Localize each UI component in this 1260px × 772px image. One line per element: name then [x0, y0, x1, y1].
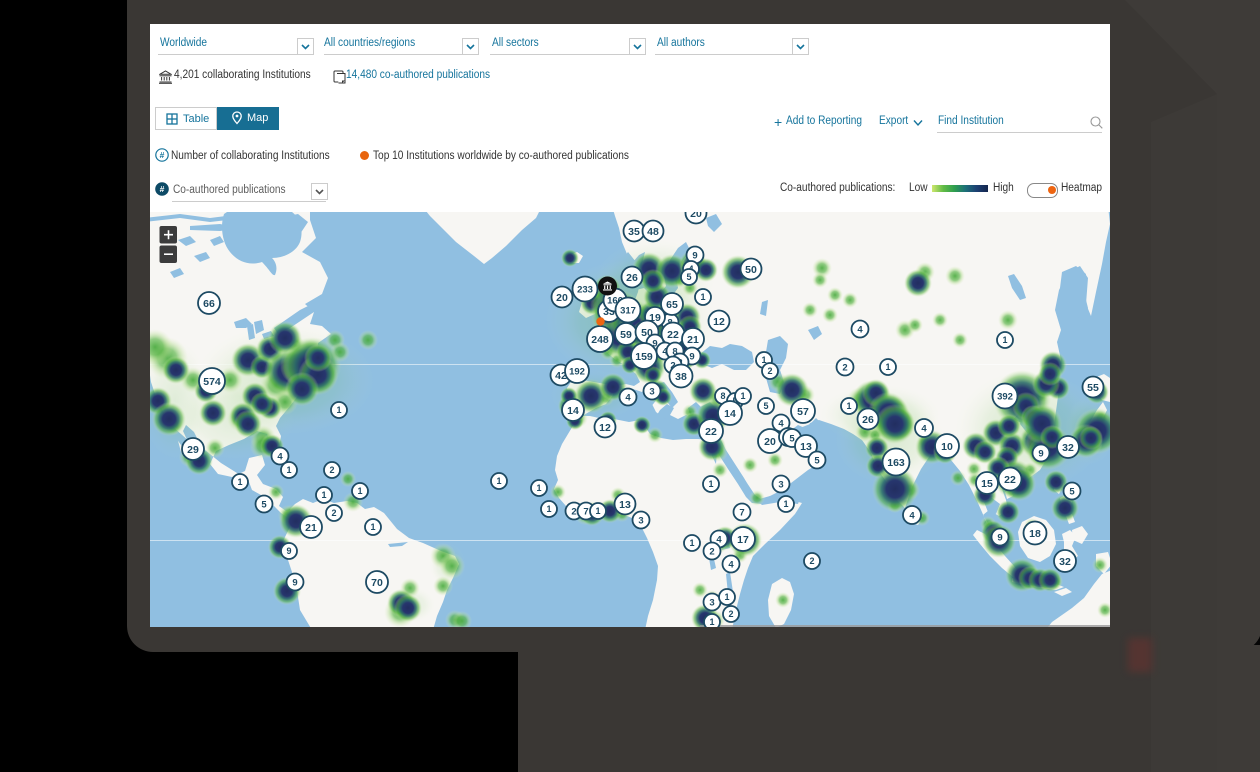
svg-text:32: 32 — [1059, 556, 1071, 568]
svg-text:22: 22 — [667, 329, 679, 341]
svg-text:1: 1 — [724, 592, 729, 602]
svg-text:38: 38 — [675, 371, 687, 383]
svg-text:15: 15 — [981, 478, 993, 490]
svg-text:57: 57 — [797, 406, 809, 418]
svg-text:1: 1 — [783, 499, 788, 509]
svg-text:1: 1 — [846, 401, 851, 411]
svg-text:5: 5 — [763, 401, 768, 411]
svg-text:2: 2 — [571, 506, 576, 517]
svg-text:5: 5 — [686, 272, 691, 282]
svg-text:1: 1 — [321, 490, 326, 500]
svg-text:5: 5 — [261, 499, 267, 510]
svg-text:12: 12 — [599, 422, 611, 434]
svg-text:2: 2 — [728, 609, 733, 619]
svg-text:1: 1 — [709, 617, 714, 627]
svg-text:3: 3 — [778, 479, 783, 490]
svg-text:14: 14 — [567, 405, 579, 417]
svg-text:4: 4 — [778, 418, 784, 429]
svg-text:13: 13 — [619, 499, 631, 511]
svg-text:5: 5 — [789, 433, 795, 444]
svg-text:3: 3 — [638, 515, 643, 526]
svg-text:#: # — [160, 150, 165, 160]
svg-text:18: 18 — [1029, 528, 1041, 540]
svg-text:4: 4 — [909, 510, 915, 521]
svg-text:1: 1 — [496, 476, 501, 486]
svg-text:66: 66 — [203, 298, 215, 310]
svg-text:9: 9 — [1038, 448, 1043, 459]
svg-text:13: 13 — [800, 441, 812, 453]
svg-text:9: 9 — [292, 577, 297, 588]
svg-text:9: 9 — [997, 532, 1002, 543]
svg-text:4: 4 — [728, 559, 734, 570]
svg-text:20: 20 — [764, 436, 776, 448]
svg-text:9: 9 — [692, 250, 697, 261]
svg-text:2: 2 — [809, 556, 814, 566]
svg-text:1: 1 — [286, 465, 291, 475]
svg-text:1: 1 — [370, 522, 375, 532]
svg-text:2: 2 — [331, 508, 336, 518]
svg-text:3: 3 — [709, 597, 714, 608]
svg-text:4: 4 — [277, 451, 283, 462]
svg-text:21: 21 — [687, 334, 699, 346]
svg-text:1: 1 — [740, 391, 745, 401]
svg-text:2: 2 — [709, 546, 714, 557]
svg-text:1: 1 — [885, 362, 890, 372]
svg-text:10: 10 — [941, 441, 953, 453]
svg-text:159: 159 — [635, 351, 653, 363]
svg-text:1: 1 — [700, 292, 705, 302]
svg-text:1: 1 — [689, 538, 694, 548]
svg-text:3: 3 — [649, 386, 654, 397]
svg-text:5: 5 — [1069, 486, 1075, 497]
svg-text:29: 29 — [187, 444, 199, 456]
svg-text:65: 65 — [666, 299, 678, 311]
svg-text:48: 48 — [647, 226, 659, 238]
svg-text:21: 21 — [305, 522, 317, 534]
svg-text:59: 59 — [620, 329, 632, 341]
svg-text:2: 2 — [842, 362, 847, 373]
svg-text:1: 1 — [595, 506, 600, 516]
svg-text:574: 574 — [203, 376, 221, 388]
svg-text:392: 392 — [997, 391, 1013, 402]
svg-text:5: 5 — [814, 455, 820, 466]
svg-text:1: 1 — [536, 483, 541, 493]
svg-text:233: 233 — [577, 284, 593, 295]
svg-text:2: 2 — [329, 465, 334, 475]
svg-text:17: 17 — [737, 534, 749, 546]
svg-text:9: 9 — [286, 546, 291, 556]
svg-text:55: 55 — [1087, 382, 1099, 394]
svg-text:4: 4 — [857, 324, 863, 335]
svg-text:1: 1 — [237, 477, 242, 487]
svg-text:1: 1 — [546, 504, 551, 514]
svg-text:32: 32 — [1062, 442, 1074, 454]
svg-text:#: # — [160, 184, 165, 194]
svg-text:12: 12 — [713, 316, 725, 328]
svg-text:317: 317 — [620, 305, 636, 316]
svg-text:8: 8 — [720, 391, 725, 401]
svg-text:163: 163 — [887, 457, 905, 469]
svg-text:1: 1 — [336, 405, 341, 415]
svg-text:22: 22 — [705, 426, 717, 438]
svg-text:192: 192 — [569, 366, 585, 377]
svg-text:9: 9 — [689, 351, 694, 362]
svg-text:1: 1 — [357, 486, 362, 496]
svg-text:70: 70 — [371, 577, 383, 589]
svg-text:26: 26 — [626, 272, 638, 284]
svg-text:7: 7 — [583, 506, 588, 517]
svg-text:2: 2 — [767, 366, 772, 376]
svg-text:1: 1 — [708, 479, 713, 489]
svg-text:1: 1 — [1002, 335, 1007, 345]
svg-text:20: 20 — [556, 292, 568, 304]
svg-text:26: 26 — [862, 414, 874, 426]
svg-text:4: 4 — [921, 423, 927, 434]
svg-text:248: 248 — [591, 334, 609, 346]
svg-text:22: 22 — [1004, 474, 1016, 486]
svg-text:14: 14 — [724, 408, 736, 420]
svg-text:4: 4 — [625, 392, 631, 403]
svg-text:50: 50 — [745, 264, 757, 276]
svg-text:35: 35 — [628, 226, 640, 238]
svg-text:20: 20 — [690, 212, 702, 220]
svg-text:7: 7 — [739, 507, 744, 518]
